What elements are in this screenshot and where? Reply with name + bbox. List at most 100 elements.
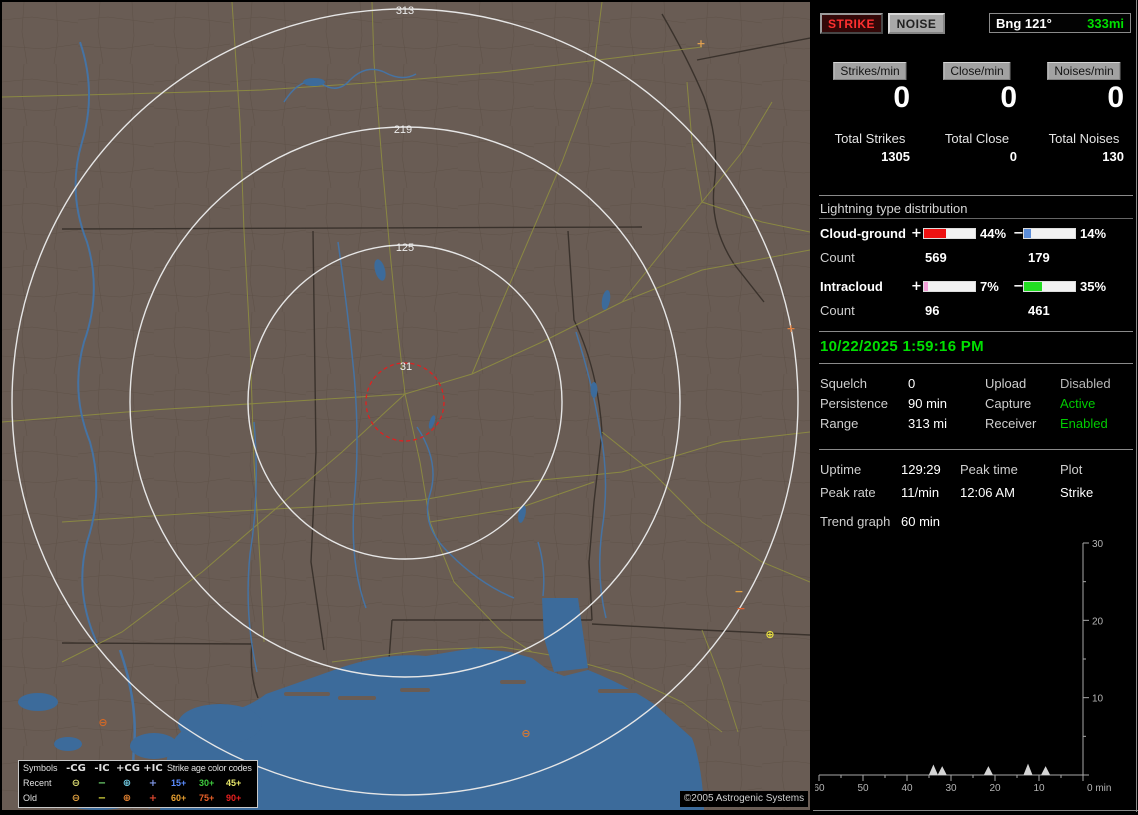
noise-mode-button[interactable]: NOISE bbox=[888, 13, 945, 34]
ic-positive-pct: 7% bbox=[980, 279, 999, 294]
divider bbox=[819, 195, 1133, 196]
age-90: 90+ bbox=[226, 793, 242, 803]
strikes-column: Strikes/min 0 Total Strikes 1305 bbox=[820, 62, 920, 172]
cg-positive-pct: 44% bbox=[980, 226, 1007, 241]
bar-fill bbox=[924, 282, 928, 291]
pos-cg-recent-icon: ⊕ bbox=[122, 778, 132, 789]
settings-row: Persistence 90 min Capture Active bbox=[815, 396, 1138, 412]
plot-value: Strike bbox=[1060, 485, 1094, 500]
strike-marker: − bbox=[736, 602, 745, 615]
bar-fill bbox=[1024, 282, 1042, 291]
map-legend: Symbols -CG -IC +CG +IC Strike age color… bbox=[18, 760, 258, 808]
trend-graph: 60 50 40 30 20 10 0 min 10 20 30 bbox=[813, 535, 1138, 807]
bearing-range: 333mi bbox=[1087, 15, 1124, 31]
cloud-ground-row: Cloud-ground + 44% − 14% bbox=[815, 226, 1138, 242]
count-label: Count bbox=[820, 250, 855, 265]
strike-mode-button[interactable]: STRIKE bbox=[820, 13, 883, 34]
cg-positive-count: 569 bbox=[925, 250, 947, 265]
x-tick-label: 60 bbox=[815, 783, 825, 794]
age-75: 75+ bbox=[199, 793, 215, 803]
plot-label: Plot bbox=[1060, 462, 1083, 477]
strikes-per-min-value: 0 bbox=[893, 81, 910, 114]
capture-label: Capture bbox=[985, 396, 1032, 411]
ic-negative-count: 461 bbox=[1028, 303, 1050, 318]
intracloud-row: Intracloud + 7% − 35% bbox=[815, 279, 1138, 295]
neg-ic-recent-icon: − bbox=[97, 778, 107, 789]
trend-spike bbox=[1023, 763, 1033, 776]
noises-column: Noises/min 0 Total Noises 130 bbox=[1034, 62, 1134, 172]
age-45: 45+ bbox=[226, 778, 242, 788]
bearing-label: Bng 121° bbox=[996, 15, 1052, 31]
divider bbox=[819, 331, 1133, 332]
peak-time-label: Peak time bbox=[960, 462, 1018, 477]
strikes-per-min-badge[interactable]: Strikes/min bbox=[833, 62, 907, 80]
legend-header-row: Symbols -CG -IC +CG +IC Strike age color… bbox=[19, 761, 257, 776]
pos-ic-old-icon: + bbox=[148, 793, 158, 804]
x-tick-label: 30 bbox=[945, 783, 957, 794]
mode-header: STRIKE NOISE Bng 121° 333mi bbox=[820, 13, 1133, 35]
peak-rate-label: Peak rate bbox=[820, 485, 876, 500]
divider bbox=[819, 449, 1133, 450]
total-noises-label: Total Noises bbox=[1048, 131, 1120, 146]
y-tick-label: 20 bbox=[1092, 616, 1104, 627]
intracloud-count-row: Count 96 461 bbox=[815, 303, 1138, 319]
legend-col-pos-ic: +IC bbox=[143, 763, 163, 774]
intracloud-label: Intracloud bbox=[820, 279, 883, 294]
ring-label-219: 219 bbox=[394, 124, 412, 136]
cg-negative-bar bbox=[1023, 228, 1076, 239]
pos-cg-old-icon: ⊕ bbox=[122, 793, 132, 804]
stats-row: Peak rate 11/min 12:06 AM Strike bbox=[815, 485, 1138, 501]
lightning-map[interactable]: 313 219 125 31 + + − − ⊕ ⊖ ⊖ Symbols -CG -IC +… bbox=[1, 1, 811, 810]
cg-negative-count: 179 bbox=[1028, 250, 1050, 265]
strike-marker: ⊖ bbox=[521, 727, 530, 740]
settings-row: Squelch 0 Upload Disabled bbox=[815, 376, 1138, 392]
status-panel: STRIKE NOISE Bng 121° 333mi Strikes/min … bbox=[813, 0, 1138, 812]
legend-col-neg-cg: -CG bbox=[66, 763, 86, 774]
bearing-display: Bng 121° 333mi bbox=[989, 13, 1131, 33]
x-tick-label: 10 bbox=[1033, 783, 1045, 794]
ring-label-125: 125 bbox=[396, 242, 414, 254]
uptime-label: Uptime bbox=[820, 462, 862, 477]
strike-marker: + bbox=[696, 37, 705, 50]
peak-time-value: 12:06 AM bbox=[960, 485, 1015, 500]
map-svg: 313 219 125 31 + + − − ⊕ ⊖ ⊖ bbox=[1, 1, 811, 810]
legend-age-title: Strike age color codes bbox=[167, 763, 252, 773]
noises-per-min-value: 0 bbox=[1107, 81, 1124, 114]
upload-status: Disabled bbox=[1060, 376, 1111, 391]
strike-marker: + bbox=[786, 322, 795, 335]
persistence-label: Persistence bbox=[820, 396, 888, 411]
divider bbox=[819, 218, 1133, 219]
ring-label-313: 313 bbox=[396, 5, 414, 17]
datetime-display: 10/22/2025 1:59:16 PM bbox=[820, 338, 984, 355]
legend-old-row: Old ⊖ − ⊕ + 60+ 75+ 90+ bbox=[19, 791, 257, 806]
neg-ic-old-icon: − bbox=[97, 793, 107, 804]
legend-symbols-title: Symbols bbox=[23, 763, 58, 773]
window-border-right bbox=[1136, 0, 1137, 812]
range-value: 313 mi bbox=[908, 416, 948, 431]
x-axis-end-label: 0 min bbox=[1087, 783, 1111, 794]
uptime-value: 129:29 bbox=[901, 462, 941, 477]
x-tick-label: 40 bbox=[901, 783, 913, 794]
bar-fill bbox=[1024, 229, 1032, 238]
trend-window-value: 60 min bbox=[901, 514, 941, 529]
legend-old-label: Old bbox=[23, 793, 38, 803]
close-per-min-value: 0 bbox=[1000, 81, 1017, 114]
y-tick-label: 10 bbox=[1092, 694, 1104, 705]
noises-per-min-badge[interactable]: Noises/min bbox=[1047, 62, 1121, 80]
total-strikes-label: Total Strikes bbox=[834, 131, 906, 146]
peak-rate-value: 11/min bbox=[901, 485, 940, 500]
trend-spike bbox=[937, 766, 947, 776]
close-column: Close/min 0 Total Close 0 bbox=[927, 62, 1027, 172]
total-close-value: 0 bbox=[1009, 149, 1017, 164]
settings-row: Range 313 mi Receiver Enabled bbox=[815, 416, 1138, 432]
cloud-ground-label: Cloud-ground bbox=[820, 226, 906, 241]
y-tick-label: 30 bbox=[1092, 539, 1104, 550]
neg-cg-recent-icon: ⊖ bbox=[71, 778, 81, 789]
stats-row: Trend graph 60 min bbox=[815, 514, 1138, 530]
close-per-min-badge[interactable]: Close/min bbox=[943, 62, 1011, 80]
ic-negative-pct: 35% bbox=[1080, 279, 1107, 294]
bar-fill bbox=[924, 229, 947, 238]
squelch-value: 0 bbox=[908, 376, 916, 391]
x-tick-label: 20 bbox=[989, 783, 1001, 794]
age-60: 60+ bbox=[171, 793, 187, 803]
